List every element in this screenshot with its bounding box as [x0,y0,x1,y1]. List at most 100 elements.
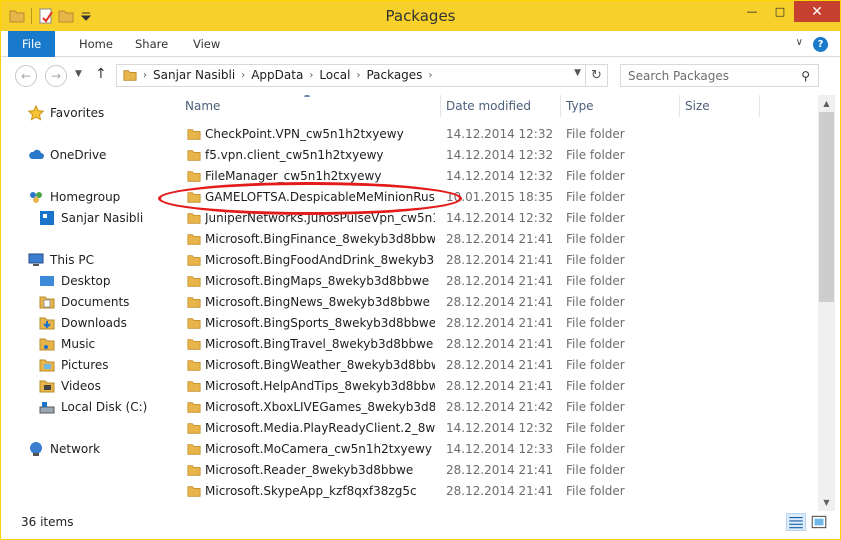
chevron-right-icon[interactable]: › [309,70,313,81]
chevron-right-icon[interactable]: › [143,70,147,81]
breadcrumb-item[interactable]: Sanjar Nasibli [153,68,235,82]
tab-view[interactable]: View [179,31,234,57]
table-row[interactable]: Microsoft.BingSports_8wekyb3d8bbwe 28.12.… [170,313,818,334]
table-row[interactable]: f5.vpn.client_cw5n1h2txyewy 14.12.2014 12… [170,145,818,166]
nav-item-favorites[interactable]: Favorites [28,105,104,121]
nav-item-homegroup-user[interactable]: Sanjar Nasibli [39,210,143,226]
breadcrumb-item[interactable]: AppData [251,68,303,82]
nav-label: OneDrive [50,148,107,162]
table-row[interactable]: Microsoft.BingTravel_8wekyb3d8bbwe 28.12.… [170,334,818,355]
breadcrumb-item[interactable]: Local [319,68,350,82]
scroll-down-icon[interactable]: ▼ [818,494,835,511]
large-icons-view-button[interactable] [809,513,829,531]
vertical-scrollbar[interactable]: ▲ ▼ [818,95,835,511]
folder-icon [187,381,201,392]
file-date: 14.12.2014 12:32 [446,127,554,141]
back-button[interactable]: ← [15,65,37,87]
close-button[interactable]: ✕ [794,1,840,22]
column-divider[interactable] [759,95,760,117]
column-divider[interactable] [440,95,441,117]
forward-button[interactable]: → [45,65,67,87]
chevron-right-icon[interactable]: › [241,70,245,81]
file-date: 28.12.2014 21:41 [446,253,554,267]
help-icon[interactable]: ? [813,37,828,52]
nav-label: Downloads [61,316,127,330]
file-name: Microsoft.SkypeApp_kzf8qxf38zg5c [205,484,417,498]
file-type: File folder [566,169,625,183]
file-name: Microsoft.Media.PlayReadyClient.2_8wek..… [205,421,435,435]
table-row[interactable]: CheckPoint.VPN_cw5n1h2txyewy 14.12.2014 1… [170,124,818,145]
column-header-size[interactable]: Size [685,95,710,117]
table-row[interactable]: Microsoft.MoCamera_cw5n1h2txyewy 14.12.20… [170,439,818,460]
search-icon[interactable]: ⚲ [801,69,810,83]
file-name: Microsoft.BingWeather_8wekyb3d8bbwe [205,358,435,372]
file-type: File folder [566,400,625,414]
file-type: File folder [566,379,625,393]
nav-item-videos[interactable]: Videos [39,378,101,394]
maximize-button[interactable]: □ [766,1,794,22]
file-date: 28.12.2014 21:42 [446,400,554,414]
minimize-button[interactable]: — [738,1,766,22]
column-header-name[interactable]: Name [185,95,220,117]
ribbon: File Home Share View ∨ ? [1,31,840,57]
computer-icon [28,253,44,266]
nav-item-pictures[interactable]: Pictures [39,357,109,373]
nav-item-music[interactable]: Music [39,336,95,352]
ribbon-right: ∨ ? [796,37,828,52]
up-button[interactable]: ↑ [95,66,107,82]
column-header-date[interactable]: Date modified [446,95,531,117]
scroll-thumb[interactable] [819,112,834,302]
column-header-type[interactable]: Type [566,95,594,117]
chevron-right-icon[interactable]: › [356,70,360,81]
nav-item-onedrive[interactable]: OneDrive [28,147,106,163]
file-name: f5.vpn.client_cw5n1h2txyewy [205,148,384,162]
recent-locations-icon[interactable]: ▼ [75,69,82,79]
file-type: File folder [566,316,625,330]
file-date: 10.01.2015 18:35 [446,190,554,204]
table-row[interactable]: Microsoft.BingWeather_8wekyb3d8bbwe 28.12… [170,355,818,376]
refresh-button[interactable]: ↻ [585,65,607,86]
nav-item-downloads[interactable]: Downloads [39,315,127,331]
nav-item-documents[interactable]: Documents [39,294,129,310]
folder-icon [187,465,201,476]
file-type: File folder [566,442,625,456]
network-icon [30,442,42,456]
file-date: 28.12.2014 21:41 [446,484,554,498]
tab-home[interactable]: Home [65,31,127,57]
table-row[interactable]: Microsoft.Media.PlayReadyClient.2_8wek..… [170,418,818,439]
address-bar[interactable]: › Sanjar Nasibli › AppData › Local › Pac… [116,64,608,87]
table-row[interactable]: Microsoft.SkypeApp_kzf8qxf38zg5c 28.12.20… [170,481,818,502]
navigation-pane: Favorites OneDrive Homegroup Sanjar Nasi… [1,95,169,511]
file-type: File folder [566,337,625,351]
table-row[interactable]: Microsoft.XboxLIVEGames_8wekyb3d8bb... 28… [170,397,818,418]
tab-file[interactable]: File [8,31,56,57]
address-dropdown-icon[interactable]: ▼ [574,68,581,78]
scroll-up-icon[interactable]: ▲ [818,95,835,112]
folder-icon [187,255,201,266]
breadcrumb-item[interactable]: Packages [366,68,422,82]
breadcrumb: › Sanjar Nasibli › AppData › Local › Pac… [123,68,432,82]
nav-label: Sanjar Nasibli [61,211,144,225]
folder-icon [187,402,201,413]
folder-icon [187,318,201,329]
nav-item-homegroup[interactable]: Homegroup [28,189,120,205]
expand-ribbon-icon[interactable]: ∨ [796,37,803,52]
cloud-icon [29,149,44,159]
chevron-right-icon[interactable]: › [428,70,432,81]
nav-item-desktop[interactable]: Desktop [39,273,111,289]
table-row[interactable]: Microsoft.HelpAndTips_8wekyb3d8bbwe 28.12… [170,376,818,397]
tab-share[interactable]: Share [121,31,182,57]
nav-item-this-pc[interactable]: This PC [28,252,94,268]
table-row[interactable]: Microsoft.BingNews_8wekyb3d8bbwe 28.12.20… [170,292,818,313]
nav-item-local-disk[interactable]: Local Disk (C:) [39,399,147,415]
item-count: 36 items [21,515,74,529]
search-box[interactable]: Search Packages ⚲ [620,64,819,87]
details-view-button[interactable] [786,513,806,531]
table-row[interactable]: Microsoft.BingFinance_8wekyb3d8bbwe 28.12… [170,229,818,250]
table-row[interactable]: Microsoft.Reader_8wekyb3d8bbwe 28.12.2014… [170,460,818,481]
nav-item-network[interactable]: Network [28,441,100,457]
table-row[interactable]: Microsoft.BingMaps_8wekyb3d8bbwe 28.12.20… [170,271,818,292]
column-divider[interactable] [679,95,680,117]
table-row[interactable]: Microsoft.BingFoodAndDrink_8wekyb3d... 28… [170,250,818,271]
column-divider[interactable] [560,95,561,117]
